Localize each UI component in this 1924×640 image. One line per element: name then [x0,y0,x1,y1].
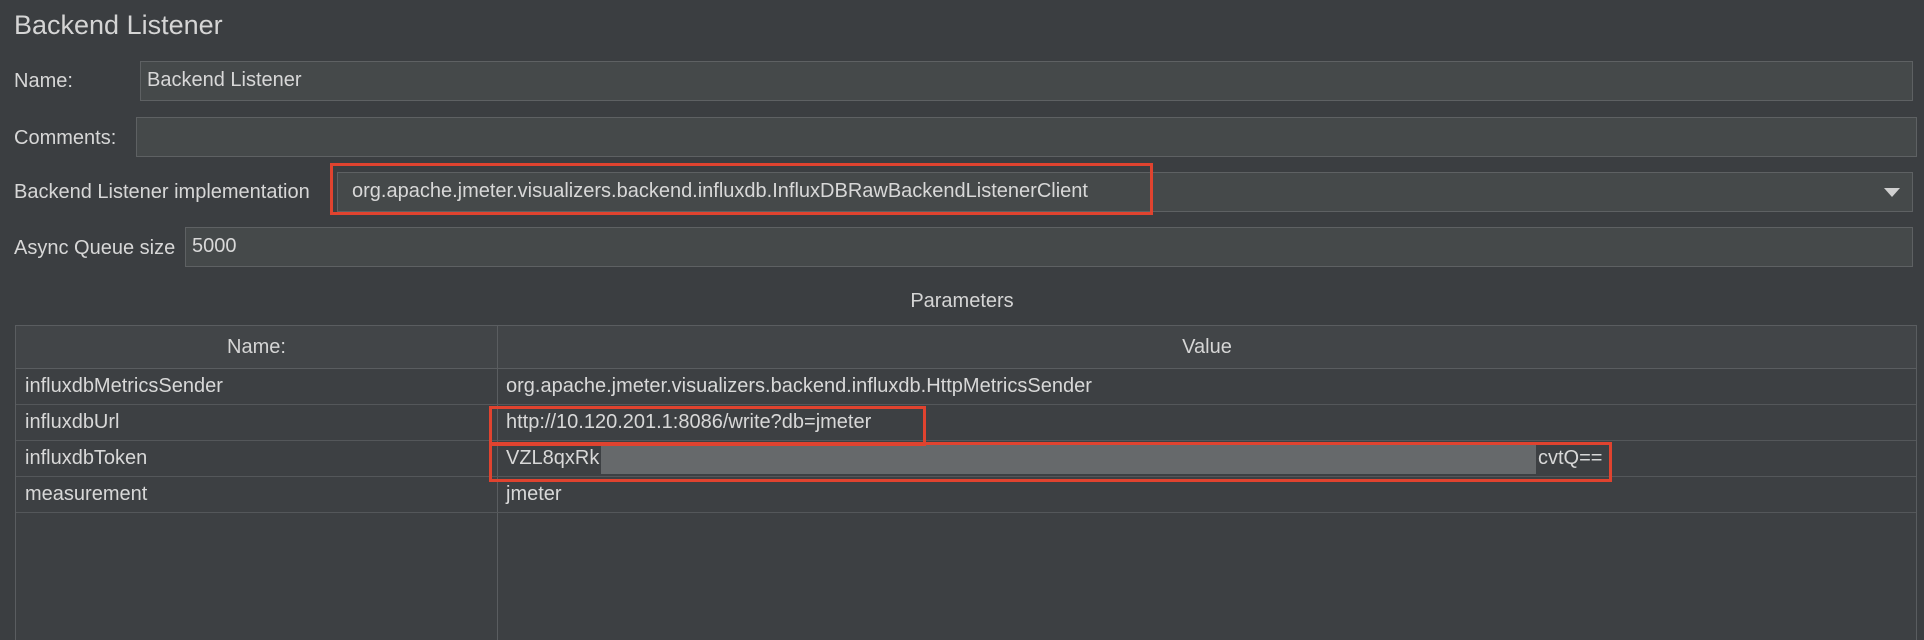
param-value[interactable]: org.apache.jmeter.visualizers.backend.in… [506,369,1092,404]
table-row[interactable]: influxdbUrl http://10.120.201.1:8086/wri… [16,405,1916,441]
param-name[interactable]: measurement [25,477,147,512]
column-header-value[interactable]: Value [498,326,1916,368]
table-header: Name: Value [16,326,1916,369]
param-name[interactable]: influxdbMetricsSender [25,369,223,404]
param-value[interactable]: VZL8qxRk [506,441,599,476]
param-name[interactable]: influxdbToken [25,441,147,476]
param-name[interactable]: influxdbUrl [25,405,119,440]
comments-label: Comments: [14,127,117,149]
panel-title: Backend Listener [14,10,223,40]
column-header-name[interactable]: Name: [16,326,497,368]
implementation-select[interactable]: org.apache.jmeter.visualizers.backend.in… [337,172,1913,212]
name-label: Name: [14,70,73,92]
table-row[interactable]: influxdbMetricsSender org.apache.jmeter.… [16,369,1916,405]
redaction-overlay [601,444,1536,474]
queue-size-field[interactable]: 5000 [185,227,1913,267]
table-row[interactable]: influxdbToken VZL8qxRk cvtQ== [16,441,1916,477]
parameters-table: Name: Value influxdbMetricsSender org.ap… [15,325,1917,640]
param-value-suffix: cvtQ== [1538,447,1603,469]
name-field[interactable]: Backend Listener [140,61,1913,101]
implementation-label: Backend Listener implementation [14,181,310,203]
implementation-select-value: org.apache.jmeter.visualizers.backend.in… [352,180,1088,202]
parameters-title: Parameters [910,290,1014,312]
comments-field[interactable] [136,117,1917,157]
param-value[interactable]: jmeter [506,477,562,512]
queue-size-label: Async Queue size [14,237,176,259]
table-row[interactable]: measurement jmeter [16,477,1916,513]
param-value[interactable]: http://10.120.201.1:8086/write?db=jmeter [506,405,871,440]
chevron-down-icon[interactable] [1884,188,1900,197]
